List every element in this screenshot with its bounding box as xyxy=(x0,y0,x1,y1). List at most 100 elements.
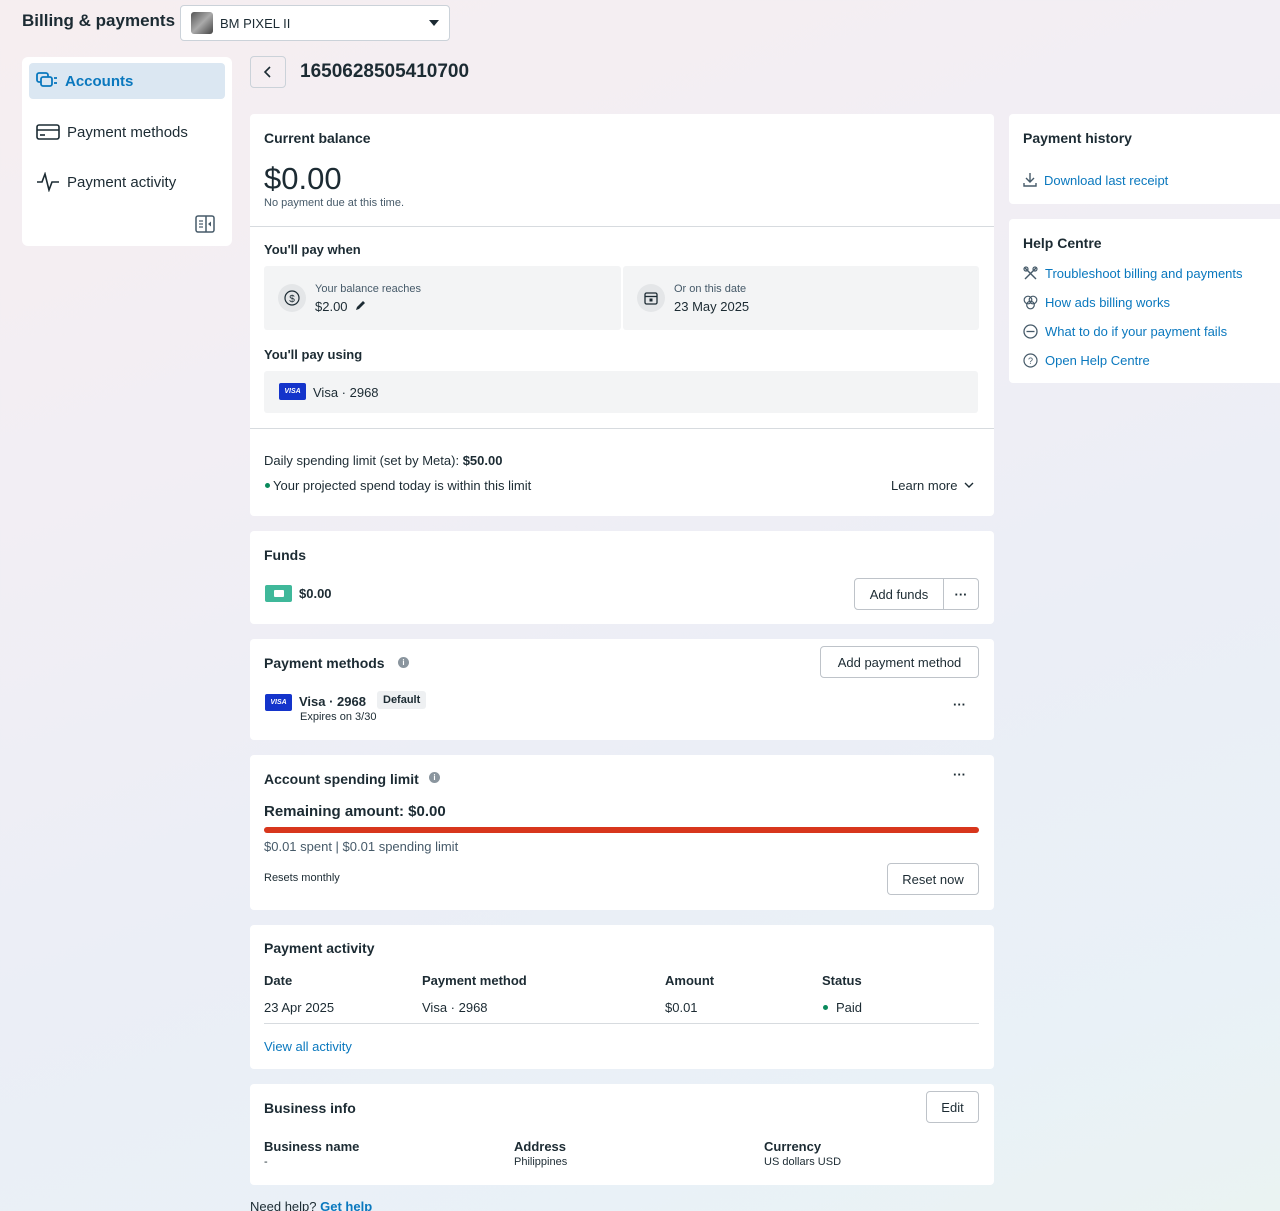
business-avatar xyxy=(191,12,213,34)
sidebar: Accounts Payment methods Payment activit… xyxy=(22,57,232,246)
help-link-payment-fails[interactable]: What to do if your payment fails xyxy=(1023,324,1227,339)
info-icon[interactable]: i xyxy=(429,772,440,783)
card-expiry: Expires on 3/30 xyxy=(300,711,377,723)
help-link-how-billing-works[interactable]: How ads billing works xyxy=(1023,295,1170,310)
card-icon xyxy=(36,124,60,140)
edit-business-info-button[interactable]: Edit xyxy=(926,1091,979,1123)
add-funds-button[interactable]: Add funds xyxy=(854,578,944,610)
sidebar-item-payment-methods[interactable]: Payment methods xyxy=(29,114,225,150)
divider xyxy=(264,1023,979,1024)
funds-heading: Funds xyxy=(264,547,306,563)
pay-using-heading: You'll pay using xyxy=(264,347,363,362)
currency-value: US dollars USD xyxy=(764,1156,842,1168)
collapse-sidebar-icon[interactable] xyxy=(195,215,215,233)
column-header-date: Date xyxy=(264,973,293,988)
threshold-value: $2.00 xyxy=(315,299,348,314)
row-status: Paid xyxy=(836,1000,863,1015)
business-manager-name: BM PIXEL II xyxy=(220,15,291,31)
date-label: Or on this date xyxy=(674,283,747,295)
pay-using-box: VISA Visa · 2968 xyxy=(264,371,978,413)
address-label: Address xyxy=(514,1139,567,1154)
tools-icon xyxy=(1023,266,1038,280)
accounts-icon xyxy=(36,72,57,87)
payment-history-heading: Payment history xyxy=(1023,130,1132,146)
download-icon xyxy=(1023,173,1037,187)
daily-limit: Daily spending limit (set by Meta): $50.… xyxy=(264,453,502,468)
date-value: 23 May 2025 xyxy=(674,299,750,314)
payment-methods-heading: Payment methods xyxy=(264,655,385,671)
activity-icon xyxy=(37,172,59,192)
business-name-label: Business name xyxy=(264,1139,360,1154)
row-amount: $0.01 xyxy=(665,1000,698,1015)
default-badge: Default xyxy=(377,691,427,709)
help-centre-card: Help Centre Troubleshoot billing and pay… xyxy=(1009,219,1280,383)
business-name-value: - xyxy=(264,1156,268,1168)
chevron-down-icon xyxy=(964,482,974,488)
help-link-troubleshoot[interactable]: Troubleshoot billing and payments xyxy=(1023,266,1243,281)
learn-more-label: Learn more xyxy=(891,478,958,493)
funds-more-button[interactable]: ··· xyxy=(943,578,979,610)
payment-activity-heading: Payment activity xyxy=(264,940,375,956)
status-dot xyxy=(265,483,270,488)
dollar-icon: $ xyxy=(278,284,306,312)
sidebar-item-payment-activity[interactable]: Payment activity xyxy=(29,164,225,200)
payment-method-more-button[interactable]: ··· xyxy=(953,697,966,712)
caret-down-icon xyxy=(429,20,439,26)
download-receipt-link[interactable]: Download last receipt xyxy=(1023,172,1168,188)
status-dot xyxy=(823,1005,828,1010)
pay-when-heading: You'll pay when xyxy=(264,242,361,257)
row-date: 23 Apr 2025 xyxy=(264,1000,335,1015)
payment-method-card: Visa · 2968 xyxy=(299,694,366,709)
spending-limit-card: Account spending limit i ··· Remaining a… xyxy=(250,755,994,910)
get-help-link[interactable]: Get help xyxy=(320,1199,372,1211)
payment-activity-card: Payment activity Date Payment method Amo… xyxy=(250,925,994,1069)
sidebar-item-accounts[interactable]: Accounts xyxy=(29,63,225,99)
learn-more-link[interactable]: Learn more xyxy=(891,478,974,493)
pay-using-card: Visa · 2968 xyxy=(313,385,379,400)
svg-text:$: $ xyxy=(289,294,295,305)
spending-limit-more-button[interactable]: ··· xyxy=(953,767,966,782)
business-manager-select[interactable]: BM PIXEL II xyxy=(180,5,450,41)
need-help-label: Need help? xyxy=(250,1199,317,1211)
date-box: Or on this date 23 May 2025 xyxy=(623,266,979,330)
question-icon: ? xyxy=(1023,353,1038,368)
svg-text:?: ? xyxy=(1028,356,1033,366)
back-button[interactable] xyxy=(250,56,286,88)
pencil-icon[interactable] xyxy=(355,299,367,311)
reset-now-button[interactable]: Reset now xyxy=(887,863,979,895)
balance-card: Current balance $0.00 No payment due at … xyxy=(250,114,994,516)
business-info-heading: Business info xyxy=(264,1100,356,1116)
help-centre-heading: Help Centre xyxy=(1023,235,1102,251)
column-header-status: Status xyxy=(822,973,862,988)
funds-amount: $0.00 xyxy=(299,586,332,601)
column-header-method: Payment method xyxy=(422,973,527,988)
sidebar-item-label: Payment activity xyxy=(67,173,177,191)
remaining-amount: Remaining amount: $0.00 xyxy=(264,803,446,820)
sidebar-item-label: Accounts xyxy=(65,72,134,90)
resets-note: Resets monthly xyxy=(264,872,340,884)
download-receipt-label: Download last receipt xyxy=(1044,172,1169,188)
daily-limit-label: Daily spending limit (set by Meta): xyxy=(264,453,463,468)
calendar-icon xyxy=(637,284,665,312)
help-link-open-help-centre[interactable]: ? Open Help Centre xyxy=(1023,353,1150,368)
business-info-card: Business info Edit Business name - Addre… xyxy=(250,1084,994,1185)
add-payment-method-button[interactable]: Add payment method xyxy=(820,646,979,678)
chevron-left-icon xyxy=(263,66,271,78)
account-id: 1650628505410700 xyxy=(300,61,470,82)
wallet-icon xyxy=(265,585,292,602)
divider xyxy=(250,428,994,429)
divider xyxy=(250,226,994,227)
spending-limit-heading: Account spending limit xyxy=(264,771,419,787)
currency-label: Currency xyxy=(764,1139,822,1154)
help-link-label: How ads billing works xyxy=(1045,295,1170,310)
projected-note: Your projected spend today is within thi… xyxy=(273,478,532,493)
circles-icon xyxy=(1023,295,1038,310)
spending-detail: $0.01 spent | $0.01 spending limit xyxy=(264,839,459,854)
minus-circle-icon xyxy=(1023,324,1038,339)
view-all-activity-link[interactable]: View all activity xyxy=(264,1039,352,1054)
info-icon[interactable]: i xyxy=(398,657,409,668)
row-method: Visa · 2968 xyxy=(422,1000,488,1015)
current-balance-heading: Current balance xyxy=(264,130,371,146)
help-link-label: What to do if your payment fails xyxy=(1045,324,1228,339)
spending-progress-fill xyxy=(264,827,979,833)
